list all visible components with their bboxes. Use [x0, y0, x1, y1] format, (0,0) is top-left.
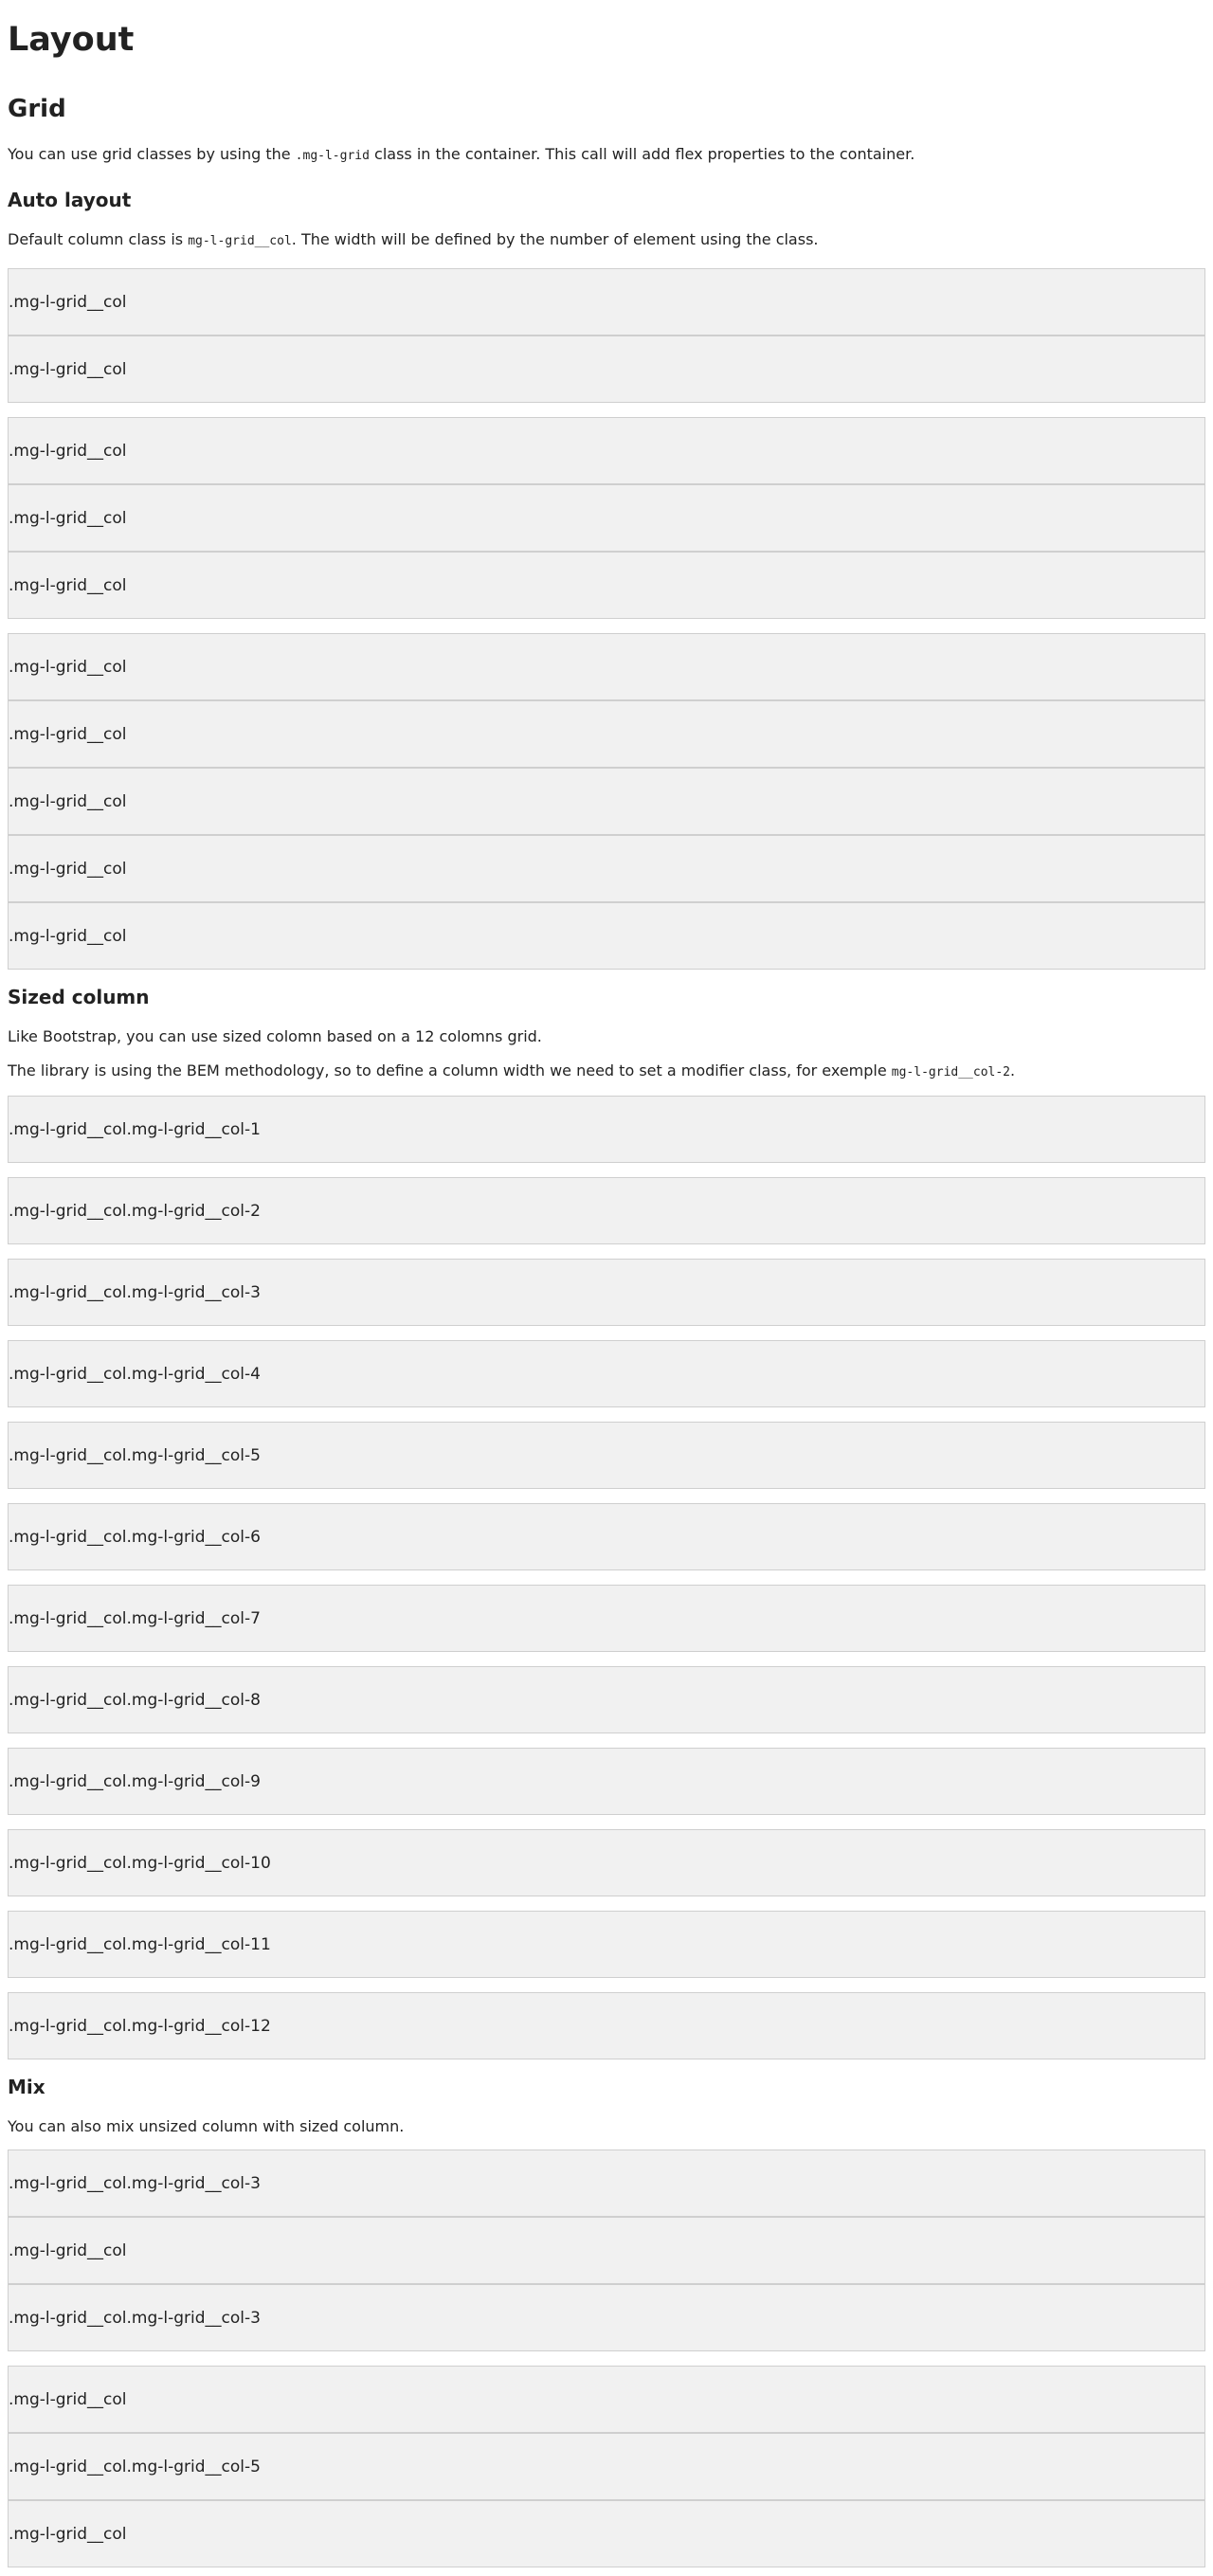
grid-col: .mg-l-grid__col [8, 552, 1205, 619]
grid-col: .mg-l-grid__col.mg-l-grid__col-8 [8, 1666, 1205, 1733]
grid-col: .mg-l-grid__col.mg-l-grid__col-1 [8, 1096, 1205, 1163]
grid-col: .mg-l-grid__col [8, 902, 1205, 970]
grid-intro-code: .mg-l-grid [295, 149, 370, 163]
col-label: .mg-l-grid__col.mg-l-grid__col-5 [9, 2457, 261, 2476]
grid-intro-text-end: class in the container. This call will a… [369, 145, 915, 163]
sized-p1: Like Bootstrap, you can use sized colomn… [8, 1027, 542, 1045]
grid-heading: Grid [8, 95, 66, 123]
col-label: .mg-l-grid__col [9, 926, 127, 946]
grid-col: .mg-l-grid__col.mg-l-grid__col-6 [8, 1503, 1205, 1570]
sized-grid: .mg-l-grid__col.mg-l-grid__col-1 [8, 1096, 1205, 1163]
grid-intro: You can use grid classes by using the .m… [8, 143, 1205, 168]
col-label: .mg-l-grid__col [9, 441, 127, 461]
grid-col: .mg-l-grid__col [8, 835, 1205, 902]
col-label: .mg-l-grid__col.mg-l-grid__col-4 [9, 1364, 261, 1384]
grid-col: .mg-l-grid__col.mg-l-grid__col-12 [8, 1992, 1205, 2059]
grid-col: .mg-l-grid__col [8, 768, 1205, 835]
grid-col: .mg-l-grid__col [8, 2217, 1205, 2284]
auto-grid-2: .mg-l-grid__col .mg-l-grid__col [8, 268, 1205, 403]
grid-col: .mg-l-grid__col.mg-l-grid__col-7 [8, 1585, 1205, 1652]
grid-col: .mg-l-grid__col [8, 700, 1205, 768]
sized-grid: .mg-l-grid__col.mg-l-grid__col-10 [8, 1829, 1205, 1896]
grid-col: .mg-l-grid__col [8, 268, 1205, 336]
auto-desc-text-end: . The width will be defined by the numbe… [291, 230, 819, 248]
sized-grid: .mg-l-grid__col.mg-l-grid__col-4 [8, 1340, 1205, 1407]
col-label: .mg-l-grid__col.mg-l-grid__col-3 [9, 2173, 261, 2193]
col-label: .mg-l-grid__col [9, 859, 127, 879]
col-label: .mg-l-grid__col.mg-l-grid__col-10 [9, 1853, 271, 1873]
grid-col: .mg-l-grid__col.mg-l-grid__col-5 [8, 2433, 1205, 2500]
auto-layout-heading: Auto layout [8, 189, 132, 211]
col-label: .mg-l-grid__col.mg-l-grid__col-3 [9, 1282, 261, 1302]
grid-col: .mg-l-grid__col.mg-l-grid__col-3 [8, 2284, 1205, 2351]
col-label: .mg-l-grid__col [9, 2240, 127, 2260]
col-label: .mg-l-grid__col.mg-l-grid__col-11 [9, 1934, 271, 1954]
grid-col: .mg-l-grid__col [8, 484, 1205, 552]
sized-grid: .mg-l-grid__col.mg-l-grid__col-2 [8, 1177, 1205, 1244]
sized-p2-text-end: . [1010, 1061, 1016, 1079]
sized-grids: .mg-l-grid__col.mg-l-grid__col-1 .mg-l-g… [8, 1096, 1205, 2059]
grid-col: .mg-l-grid__col.mg-l-grid__col-2 [8, 1177, 1205, 1244]
col-label: .mg-l-grid__col [9, 724, 127, 744]
col-label: .mg-l-grid__col [9, 2389, 127, 2409]
sized-grid: .mg-l-grid__col.mg-l-grid__col-8 [8, 1666, 1205, 1733]
auto-desc-code: mg-l-grid__col [188, 234, 292, 248]
sized-grid: .mg-l-grid__col.mg-l-grid__col-7 [8, 1585, 1205, 1652]
col-label: .mg-l-grid__col [9, 791, 127, 811]
sized-p2-text: The library is using the BEM methodology… [8, 1061, 892, 1079]
grid-col: .mg-l-grid__col [8, 2366, 1205, 2433]
mix-heading: Mix [8, 2076, 45, 2098]
col-label: .mg-l-grid__col.mg-l-grid__col-6 [9, 1527, 261, 1547]
sized-grid: .mg-l-grid__col.mg-l-grid__col-9 [8, 1748, 1205, 1815]
mix-grid-2: .mg-l-grid__col .mg-l-grid__col.mg-l-gri… [8, 2366, 1205, 2567]
sized-grid: .mg-l-grid__col.mg-l-grid__col-5 [8, 1422, 1205, 1489]
col-label: .mg-l-grid__col.mg-l-grid__col-2 [9, 1201, 261, 1221]
col-label: .mg-l-grid__col.mg-l-grid__col-9 [9, 1771, 261, 1791]
col-label: .mg-l-grid__col.mg-l-grid__col-1 [9, 1119, 261, 1139]
page: Layout Grid You can use grid classes by … [0, 0, 1213, 2567]
grid-col: .mg-l-grid__col.mg-l-grid__col-5 [8, 1422, 1205, 1489]
col-label: .mg-l-grid__col.mg-l-grid__col-12 [9, 2016, 271, 2036]
col-label: .mg-l-grid__col [9, 508, 127, 528]
col-label: .mg-l-grid__col.mg-l-grid__col-5 [9, 1445, 261, 1465]
auto-grid-3: .mg-l-grid__col .mg-l-grid__col .mg-l-gr… [8, 417, 1205, 619]
grid-intro-text: You can use grid classes by using the [8, 145, 296, 163]
col-label: .mg-l-grid__col [9, 657, 127, 677]
col-label: .mg-l-grid__col.mg-l-grid__col-8 [9, 1690, 261, 1710]
sized-column-heading: Sized column [8, 986, 150, 1008]
grid-col: .mg-l-grid__col.mg-l-grid__col-9 [8, 1748, 1205, 1815]
grid-col: .mg-l-grid__col.mg-l-grid__col-3 [8, 2150, 1205, 2217]
auto-desc-text: Default column class is [8, 230, 189, 248]
col-label: .mg-l-grid__col [9, 292, 127, 312]
grid-col: .mg-l-grid__col [8, 2500, 1205, 2567]
col-label: .mg-l-grid__col [9, 575, 127, 595]
grid-col: .mg-l-grid__col.mg-l-grid__col-11 [8, 1911, 1205, 1978]
grid-col: .mg-l-grid__col [8, 417, 1205, 484]
mix-grid-1: .mg-l-grid__col.mg-l-grid__col-3 .mg-l-g… [8, 2150, 1205, 2351]
grid-col: .mg-l-grid__col [8, 336, 1205, 403]
grid-col: .mg-l-grid__col [8, 633, 1205, 700]
sized-grid: .mg-l-grid__col.mg-l-grid__col-11 [8, 1911, 1205, 1978]
col-label: .mg-l-grid__col.mg-l-grid__col-3 [9, 2308, 261, 2328]
auto-grid-5: .mg-l-grid__col .mg-l-grid__col .mg-l-gr… [8, 633, 1205, 970]
sized-grid: .mg-l-grid__col.mg-l-grid__col-3 [8, 1259, 1205, 1326]
grid-col: .mg-l-grid__col.mg-l-grid__col-10 [8, 1829, 1205, 1896]
col-label: .mg-l-grid__col [9, 359, 127, 379]
grid-col: .mg-l-grid__col.mg-l-grid__col-4 [8, 1340, 1205, 1407]
sized-grid: .mg-l-grid__col.mg-l-grid__col-12 [8, 1992, 1205, 2059]
sized-grid: .mg-l-grid__col.mg-l-grid__col-6 [8, 1503, 1205, 1570]
auto-layout-desc: Default column class is mg-l-grid__col. … [8, 228, 1205, 253]
grid-col: .mg-l-grid__col.mg-l-grid__col-3 [8, 1259, 1205, 1326]
col-label: .mg-l-grid__col [9, 2524, 127, 2544]
mix-desc: You can also mix unsized column with siz… [8, 2117, 405, 2135]
col-label: .mg-l-grid__col.mg-l-grid__col-7 [9, 1608, 261, 1628]
sized-p2-code: mg-l-grid__col-2 [891, 1065, 1011, 1079]
page-title: Layout [8, 21, 135, 59]
sized-p2: The library is using the BEM methodology… [8, 1060, 1205, 1084]
